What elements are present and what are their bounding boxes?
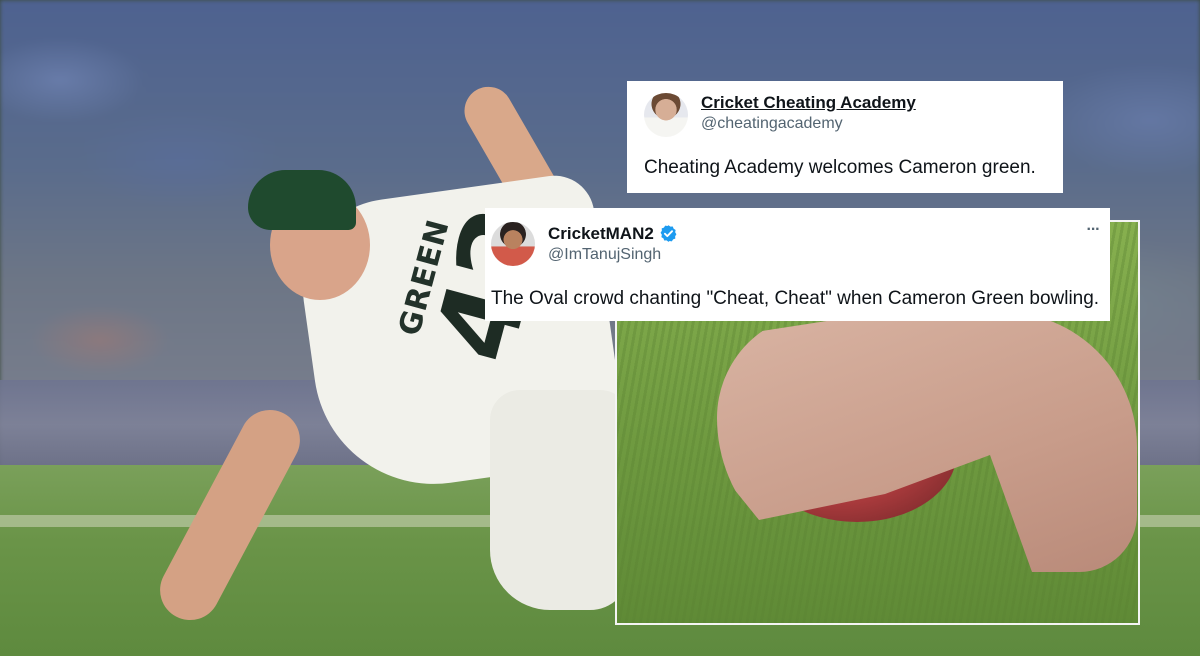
avatar[interactable] xyxy=(644,93,688,137)
tweet-author-name[interactable]: CricketMAN2 xyxy=(548,224,654,244)
tweet-author-handle[interactable]: @ImTanujSingh xyxy=(548,246,661,264)
tweet-author-name[interactable]: Cricket Cheating Academy xyxy=(701,93,916,113)
tweet-author-handle[interactable]: @cheatingacademy xyxy=(701,115,843,133)
fielder-photo: GREEN 42 xyxy=(149,70,630,631)
avatar[interactable] xyxy=(491,222,535,266)
fielder-reaching-arm xyxy=(149,399,311,631)
hand-gripping-ball xyxy=(717,312,1137,572)
tweet-card-cheating-academy[interactable]: Cricket Cheating Academy @cheatingacadem… xyxy=(627,81,1063,193)
meme-composite-image: GREEN 42 Cricket Cheating Academy @cheat… xyxy=(0,0,1200,656)
fielder-trousers xyxy=(490,390,630,610)
tweet-text: Cheating Academy welcomes Cameron green. xyxy=(644,157,1036,178)
tweet-card-cricketman2[interactable]: CricketMAN2 @ImTanujSingh ··· The Oval c… xyxy=(485,208,1110,321)
verified-badge-icon xyxy=(660,225,677,242)
more-options-icon[interactable]: ··· xyxy=(1082,222,1104,238)
tweet-text: The Oval crowd chanting "Cheat, Cheat" w… xyxy=(491,288,1100,309)
baggy-green-cap xyxy=(248,170,356,230)
